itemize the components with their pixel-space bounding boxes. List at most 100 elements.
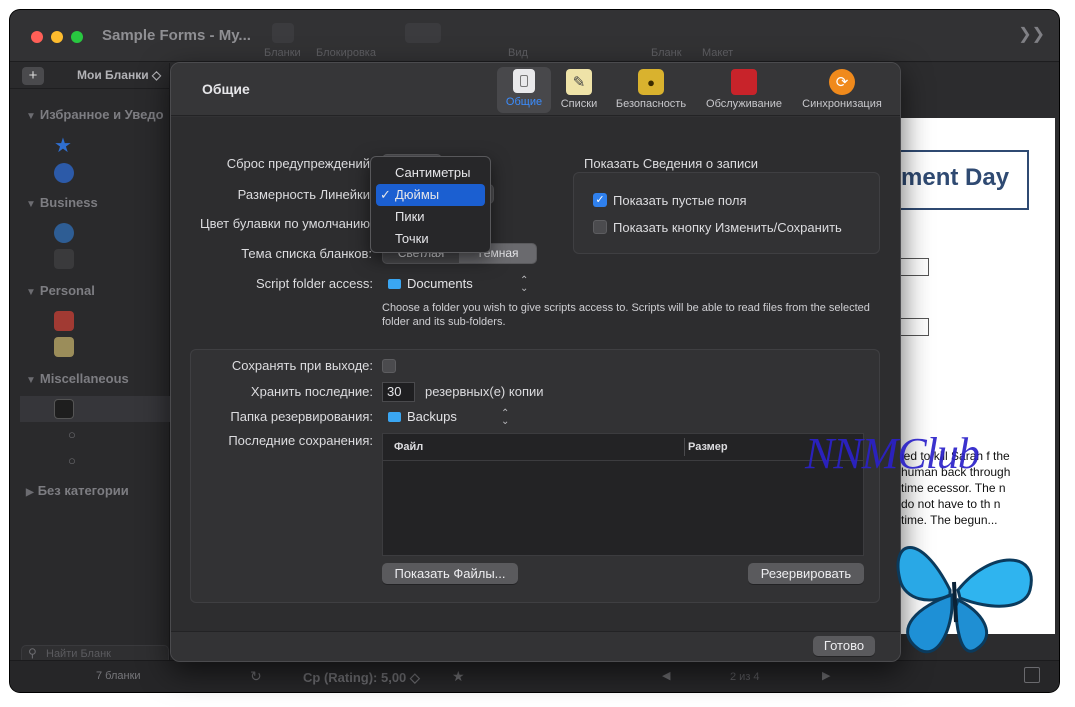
sidebar-item-selected[interactable]: [20, 396, 170, 422]
sidebar-section-favorites[interactable]: ▼ Избранное и Уведо: [26, 107, 164, 122]
show-edit-save-checkbox[interactable]: [593, 220, 607, 234]
alarm-icon: [54, 163, 74, 183]
backup-folder-label: Папка резервирования:: [230, 409, 373, 424]
backup-now-button[interactable]: Резервировать: [748, 563, 864, 584]
tab-security[interactable]: ● Безопасность: [612, 67, 690, 113]
sidebar-section-personal[interactable]: ▼ Personal: [26, 283, 95, 298]
recent-backups-table[interactable]: Файл Размер: [382, 433, 864, 556]
menu-item-centimeters[interactable]: Сантиметры: [376, 162, 485, 184]
updown-arrows-icon: ⌃ ⌄: [520, 275, 529, 294]
keep-last-input[interactable]: 30: [382, 382, 415, 402]
forms-toolbar-button[interactable]: [272, 23, 294, 43]
window-title: Sample Forms - My...: [102, 27, 251, 44]
menu-item-label: Дюймы: [395, 187, 440, 202]
toolbar-label-view: Вид: [508, 47, 528, 59]
reset-warnings-label: Сброс предупреждений: [226, 156, 370, 171]
ruler-units-label: Размерность Линейки: [237, 187, 370, 202]
favorite-star-icon[interactable]: ★: [452, 668, 465, 685]
clapperboard-icon: [54, 399, 74, 419]
bottom-status-bar: 7 бланки ↻ Ср (Rating): 5,00 ◇ ★ ◀ 2 из …: [10, 660, 1059, 692]
backup-folder-popup[interactable]: Backups: [388, 407, 513, 427]
sidebar-section-label: Business: [39, 195, 98, 210]
menu-item-picas[interactable]: Пики: [376, 206, 485, 228]
tab-label: Синхронизация: [802, 98, 882, 110]
close-window-button[interactable]: [31, 31, 43, 43]
my-forms-popup[interactable]: Мои Бланки ◇: [77, 68, 161, 82]
default-pin-color-label: Цвет булавки по умолчанию: [199, 216, 370, 231]
tab-lists[interactable]: ✎ Списки: [556, 67, 602, 113]
prev-page-icon[interactable]: ◀: [662, 669, 670, 682]
zoom-window-button[interactable]: [71, 31, 83, 43]
show-edit-save-label: Показать кнопку Изменить/Сохранить: [613, 220, 842, 235]
record-info-title: Показать Сведения о записи: [584, 156, 758, 171]
disclosure-triangle-icon[interactable]: ▼: [26, 287, 36, 298]
watermark-logo: NNMClub: [805, 429, 980, 478]
preferences-toolbar: Общие Общие ✎ Списки ● Безопасность Обсл…: [171, 63, 900, 116]
tab-general[interactable]: Общие: [497, 67, 551, 113]
house-icon: [54, 311, 74, 331]
sidebar-section-label: Избранное и Уведо: [39, 107, 164, 122]
disclosure-triangle-icon[interactable]: ▼: [26, 111, 36, 122]
sidebar-header: + Мои Бланки ◇: [10, 63, 170, 89]
sidebar: + Мои Бланки ◇ ▼ Избранное и Уведо ★ ▼ Bus…: [10, 63, 170, 692]
notes-icon[interactable]: [1024, 667, 1040, 683]
tab-label: Списки: [560, 98, 598, 110]
preferences-dialog: Общие Общие ✎ Списки ● Безопасность Обсл…: [170, 62, 901, 662]
person-icon: [54, 249, 74, 269]
column-header-size[interactable]: Размер: [688, 441, 728, 453]
minimize-window-button[interactable]: [51, 31, 63, 43]
view-toolbar-button[interactable]: [405, 23, 441, 43]
keep-last-suffix: резервных(е) копии: [425, 384, 544, 399]
document-field[interactable]: [901, 258, 929, 276]
disclosure-triangle-icon[interactable]: ▼: [26, 199, 36, 210]
next-page-icon[interactable]: ▶: [822, 669, 830, 682]
disclosure-triangle-icon[interactable]: ▼: [26, 375, 36, 386]
disclosure-triangle-icon[interactable]: ▶: [26, 487, 34, 498]
table-header: Файл Размер: [383, 434, 863, 461]
star-icon: ★: [54, 135, 72, 157]
sidebar-section-label: Miscellaneous: [39, 371, 129, 386]
sidebar-section-misc[interactable]: ▼ Miscellaneous: [26, 371, 129, 386]
keep-last-label: Хранить последние:: [250, 384, 373, 399]
page-indicator: 2 из 4: [730, 671, 760, 683]
butterfly-logo-icon: [896, 546, 1033, 654]
save-on-exit-checkbox[interactable]: [382, 359, 396, 373]
toolbox-icon: [731, 69, 757, 95]
add-form-button[interactable]: +: [22, 67, 44, 85]
show-empty-fields-checkbox[interactable]: ✓: [593, 193, 607, 207]
column-header-file[interactable]: Файл: [394, 441, 423, 453]
toolbar-overflow-icon[interactable]: ❯❯: [1018, 24, 1045, 44]
sort-rating-popup[interactable]: Ср (Rating): 5,00 ◇: [303, 670, 420, 686]
sidebar-section-uncategorized[interactable]: ▶ Без категории: [26, 483, 129, 498]
form-list-theme-label: Тема списка бланков:: [241, 246, 372, 261]
preferences-title: Общие: [202, 81, 250, 97]
sidebar-section-label: Personal: [39, 283, 95, 298]
column-divider: [684, 438, 685, 456]
show-files-button[interactable]: Показать Файлы...: [382, 563, 518, 584]
done-button[interactable]: Готово: [813, 636, 875, 656]
title-bar: Sample Forms - My... Бланки Блокировка В…: [10, 10, 1059, 62]
notepad-icon: [54, 337, 74, 357]
document-field[interactable]: [901, 318, 929, 336]
lists-icon: ✎: [566, 69, 592, 95]
script-folder-note: Choose a folder you wish to give scripts…: [382, 302, 870, 328]
tab-label: Общие: [505, 96, 543, 108]
toolbar-label-layout: Макет: [702, 47, 734, 59]
tab-maintenance[interactable]: Обслуживание: [701, 67, 787, 113]
script-folder-label: Script folder access:: [255, 276, 373, 291]
search-icon: ⚲: [28, 646, 37, 660]
sidebar-section-business[interactable]: ▼ Business: [26, 195, 98, 210]
document-title: ment Day: [901, 150, 1029, 210]
save-on-exit-label: Сохранять при выходе:: [231, 358, 373, 373]
script-folder-popup[interactable]: Documents: [388, 274, 533, 294]
sync-icon: ⟳: [829, 69, 855, 95]
backup-folder-value: Backups: [407, 409, 457, 424]
menu-item-inches[interactable]: ✓ Дюймы: [376, 184, 485, 206]
general-icon: [513, 69, 535, 93]
form-count: 7 бланки: [96, 670, 141, 682]
refresh-icon[interactable]: ↻: [250, 668, 262, 685]
menu-item-points[interactable]: Точки: [376, 228, 485, 250]
tab-sync[interactable]: ⟳ Синхронизация: [798, 67, 886, 113]
recent-backups-label: Последние сохранения:: [228, 433, 373, 448]
sidebar-section-label: Без категории: [37, 483, 129, 498]
